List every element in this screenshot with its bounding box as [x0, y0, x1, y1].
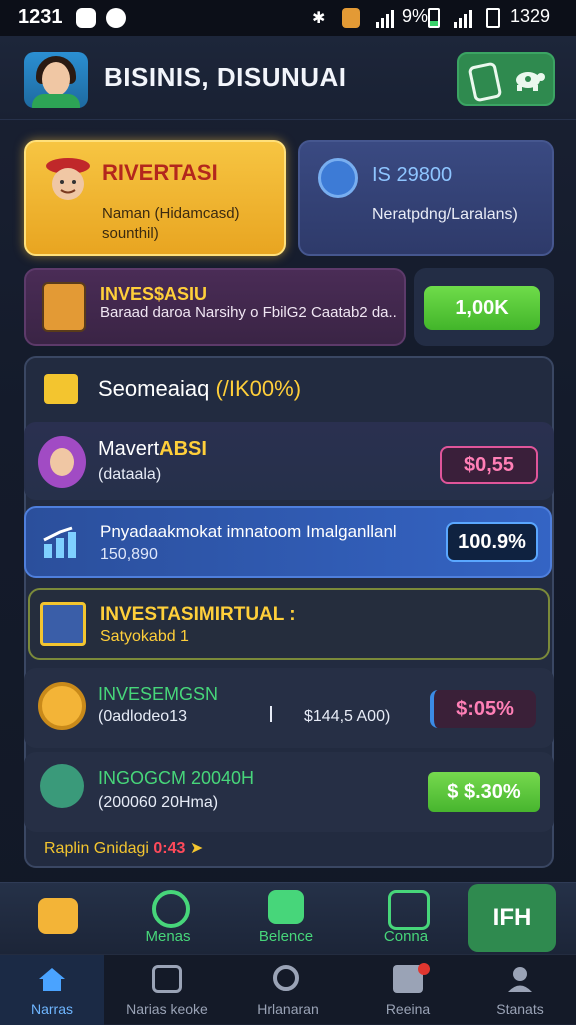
item-title-part-b: ABSI — [159, 438, 207, 460]
battery-icon — [428, 8, 440, 28]
virus-icon — [40, 764, 84, 808]
gear-icon — [38, 682, 86, 730]
signal-icon — [376, 10, 396, 28]
item-title: MavertABSI — [98, 438, 207, 461]
signal-icon-2 — [454, 10, 474, 28]
footer-status: Raplin Gnidagi 0:43 ➤ — [44, 838, 203, 858]
item-subtitle: 150,890 — [100, 546, 158, 563]
menas-button[interactable]: Menas — [128, 886, 208, 950]
ifh-button[interactable]: IFH — [468, 884, 556, 952]
chat-button[interactable] — [28, 890, 88, 942]
item-subtitle: (0adlodeo13 — [98, 708, 187, 725]
nav-item-3[interactable]: Hrlanaran — [236, 955, 340, 1025]
nav-label: Stanats — [496, 1001, 544, 1017]
percent-badge[interactable]: $ $.30% — [428, 772, 540, 812]
card-blue-value: IS 29800 — [372, 164, 453, 186]
price-badge[interactable]: $0,55 — [440, 446, 538, 484]
bluetooth-icon: ✱ — [312, 10, 326, 27]
box-icon — [152, 965, 182, 993]
character-icon — [46, 158, 90, 200]
invest-row[interactable]: INVES$ASIU Baraad daroa Narsihy o FbilG2… — [24, 268, 406, 346]
featured-card-blue[interactable]: IS 29800 Neratpdng/Laralans) — [298, 140, 554, 256]
search-icon — [152, 890, 190, 928]
belence-button[interactable]: Belence — [246, 886, 326, 950]
app-header: BISINIS, DISUNUAI — [0, 36, 576, 120]
invest-row-title: INVES$ASIU — [100, 284, 208, 304]
footer-text: Raplin Gnidagi — [44, 840, 149, 857]
user-icon — [508, 967, 532, 992]
home-icon — [39, 968, 65, 991]
footer-timer: 0:43 — [153, 840, 186, 857]
avatar[interactable] — [24, 52, 88, 108]
status-bar: 1231 ✱ 9% 1329 — [0, 0, 576, 36]
notification-dot — [418, 963, 430, 975]
nav-item-4[interactable]: Reeina — [356, 955, 460, 1025]
ledger-icon — [42, 282, 86, 332]
nav-label: Narras — [30, 1001, 73, 1017]
nav-item-home[interactable]: Narras — [0, 955, 104, 1025]
card-blue-subtitle: Neratpdng/Laralans) — [372, 206, 518, 223]
invest-row-description: Baraad daroa Narsihy o FbilG2 Caatab2 da… — [100, 304, 397, 321]
item-subtitle: Satyokabd 1 — [100, 628, 189, 645]
belence-label: Belence — [258, 928, 314, 945]
header-action-button[interactable] — [457, 52, 555, 106]
blueprint-icon — [40, 602, 86, 646]
chat-icon — [38, 898, 78, 934]
percent-badge[interactable]: 100.9% — [446, 522, 538, 562]
status-time-left: 1231 — [18, 6, 63, 28]
panel-title: Seomeaiaq (/IK00%) — [98, 376, 301, 402]
search-icon — [273, 965, 299, 991]
app-title: BISINIS, DISUNUAI — [104, 62, 347, 92]
panel-title-main: Seomeaiaq — [98, 376, 210, 401]
item-title: INVESTASIMIRTUAL : — [100, 604, 296, 625]
nav-label: Hrlanaran — [257, 1001, 319, 1017]
conna-button[interactable]: Conna — [366, 886, 446, 950]
item-title: INGOGCM 20040H — [98, 768, 255, 788]
item-title: INVESEMGSN — [98, 684, 219, 704]
turtle-icon — [516, 72, 545, 91]
globe-icon — [318, 158, 358, 198]
panel-title-percent: (/IK00%) — [215, 376, 302, 401]
chart-growth-icon — [43, 526, 76, 558]
sync-icon — [106, 8, 126, 28]
avatar — [38, 436, 86, 488]
item-amount: $144,5 A00) — [304, 708, 391, 725]
battery-icon-2 — [486, 8, 500, 28]
nav-label: Reeina — [385, 1001, 431, 1017]
folder-icon — [44, 374, 78, 404]
nav-label: Narias keoke — [126, 1001, 208, 1017]
notification-icon — [76, 8, 96, 28]
card-gold-title: RIVERTASI — [102, 160, 218, 185]
bottom-nav: Narras Narias keoke Hrlanaran Reeina Sta… — [0, 954, 576, 1025]
status-time-right: 1329 — [510, 6, 551, 26]
menas-label: Menas — [145, 928, 191, 945]
nav-item-5[interactable]: Stanats — [468, 955, 572, 1025]
featured-card-gold[interactable]: RIVERTASI Naman (Hidamcasd) sounthil) — [24, 140, 286, 256]
list-item-virtual[interactable]: INVESTASIMIRTUAL : Satyokabd 1 — [28, 588, 550, 660]
document-icon — [467, 61, 503, 103]
item-subtitle: (dataala) — [98, 466, 162, 483]
battery-percent: 9% — [402, 6, 429, 26]
item-title: Pnyadaakmokat imnatoom Imalganllanl — [100, 522, 397, 541]
invest-amount-button[interactable]: 1,00K — [424, 286, 540, 330]
arrow-icon: ➤ — [189, 840, 204, 857]
conna-label: Conna — [383, 928, 429, 945]
list-icon — [388, 890, 430, 930]
item-subtitle: (200060 20Hma) — [98, 794, 219, 811]
divider — [270, 706, 272, 722]
percent-badge[interactable]: $:05% — [430, 690, 536, 728]
card-gold-subtitle: Naman (Hidamcasd) sounthil) — [102, 205, 240, 242]
clipboard-icon — [268, 890, 304, 924]
nav-item-2[interactable]: Narias keoke — [115, 955, 219, 1025]
app-badge-icon — [342, 8, 360, 28]
item-title-part-a: Mavert — [98, 438, 160, 460]
